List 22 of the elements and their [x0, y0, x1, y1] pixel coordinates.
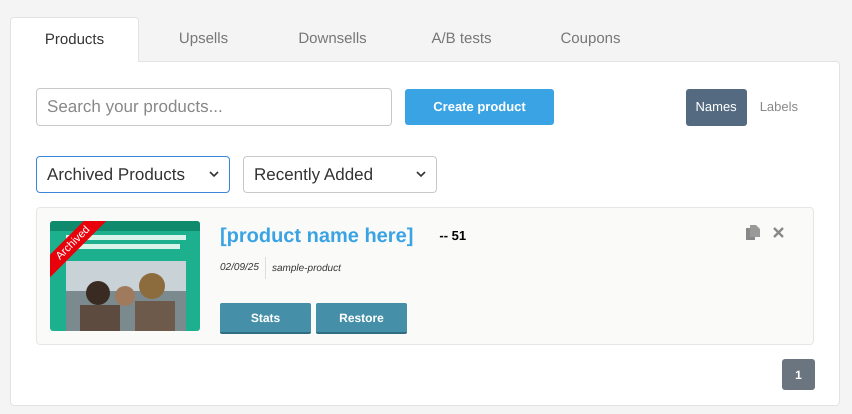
product-count: -- 51 — [439, 227, 466, 246]
view-toggle-button[interactable]: Labels — [746, 88, 811, 126]
chevron-down-icon — [416, 171, 426, 178]
tab[interactable]: Downsells — [268, 17, 397, 61]
product-action-button[interactable]: Stats — [220, 303, 311, 334]
view-toggle-button[interactable]: Names — [686, 88, 747, 126]
create-product-button[interactable]: Create product — [405, 89, 554, 125]
product-date: 02/09/25 — [220, 257, 266, 279]
tab[interactable]: Products — [10, 17, 139, 62]
tab[interactable]: A/B tests — [397, 17, 526, 61]
tab[interactable]: Coupons — [526, 17, 655, 61]
chevron-down-icon — [209, 171, 219, 178]
search-field[interactable]: Search your products... — [36, 88, 392, 126]
product-name-link[interactable]: [product name here] — [220, 221, 414, 251]
dropdown[interactable]: Archived Products — [36, 156, 230, 193]
tab[interactable]: Upsells — [139, 17, 268, 61]
product-slug: sample-product — [270, 262, 341, 276]
dropdown[interactable]: Recently Added — [243, 156, 437, 193]
page-button[interactable]: 1 — [782, 359, 815, 390]
copy-icon[interactable] — [746, 225, 760, 240]
product-action-button[interactable]: Restore — [316, 303, 407, 334]
close-icon[interactable] — [773, 227, 784, 238]
